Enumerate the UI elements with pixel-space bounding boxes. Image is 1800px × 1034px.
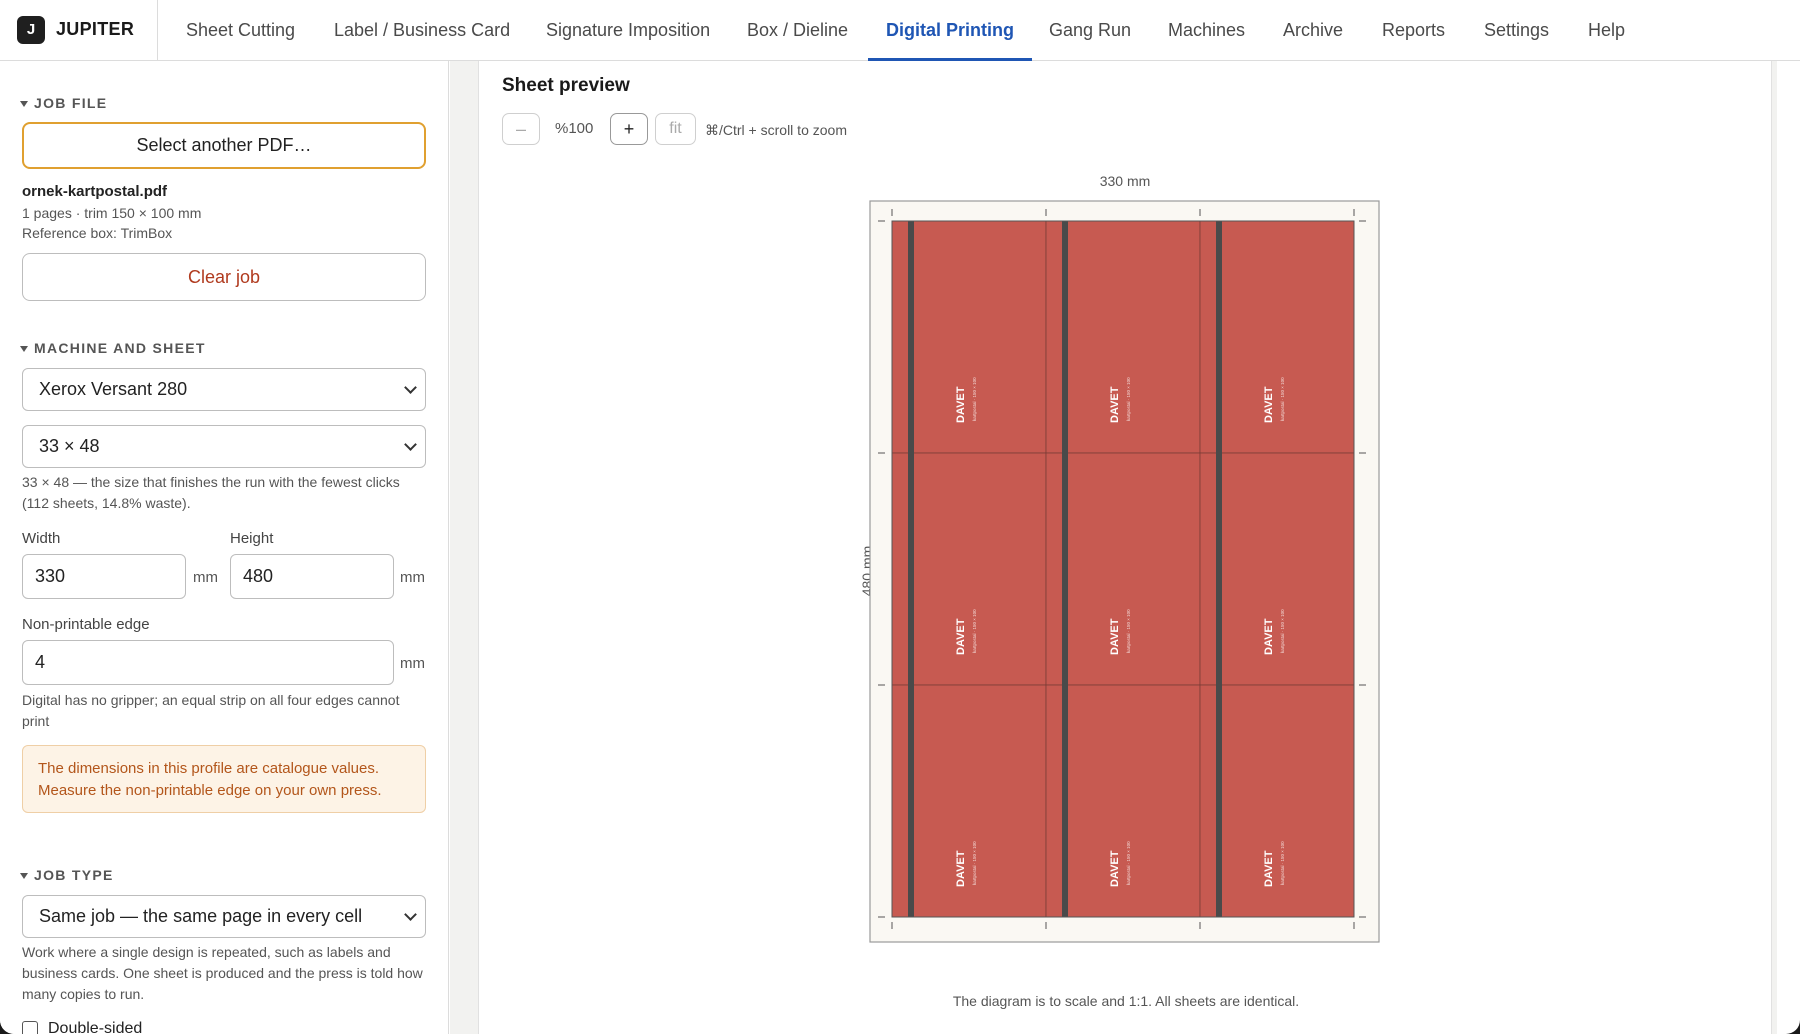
file-name: ornek-kartpostal.pdf: [22, 183, 168, 200]
imposition-cell: [1045, 684, 1201, 918]
imposition-cell: [1199, 452, 1355, 686]
width-label: Width: [22, 530, 61, 547]
sheet-size-note: 33 × 48 — the size that finishes the run…: [22, 474, 400, 511]
sheet-diagram[interactable]: 330 mm 480 mm DAVET kartpostal · 150 × 10…: [479, 61, 1773, 1034]
tab-reports[interactable]: Reports: [1382, 0, 1445, 61]
preview-area: Sheet preview – %100 + fit ⌘/Ctrl + scro…: [450, 61, 1777, 1034]
cell-title: DAVET: [955, 850, 967, 887]
tab-sheet-cutting[interactable]: Sheet Cutting: [186, 0, 295, 61]
cell-subtitle: kartpostal · 150 × 100: [1280, 841, 1285, 885]
job-type-section-header[interactable]: JOB TYPE: [20, 867, 114, 883]
cell-dark-bar: [1062, 221, 1068, 917]
cell-subtitle: kartpostal · 150 × 100: [1280, 609, 1285, 653]
cell-subtitle: kartpostal · 150 × 100: [1126, 377, 1131, 421]
cell-title: DAVET: [1263, 618, 1275, 655]
tab-gang-run[interactable]: Gang Run: [1049, 0, 1131, 61]
height-label: Height: [230, 530, 274, 547]
cell-title: DAVET: [955, 386, 967, 423]
imposition-cell: [891, 684, 1047, 918]
job-type-select[interactable]: Same job — the same page in every cell: [22, 895, 426, 938]
edge-note: Digital has no gripper; an equal strip o…: [22, 692, 400, 729]
cell-title: DAVET: [1109, 386, 1121, 423]
edge-input[interactable]: 4: [22, 640, 394, 685]
brand[interactable]: J JUPITER: [0, 0, 158, 60]
tab-help[interactable]: Help: [1588, 0, 1625, 61]
cell-title: DAVET: [1263, 850, 1275, 887]
chevron-down-icon: [404, 908, 417, 921]
reference-box: Reference box: TrimBox: [22, 225, 173, 241]
double-sided-label[interactable]: Double-sided: [48, 1020, 142, 1034]
tab-archive[interactable]: Archive: [1283, 0, 1343, 61]
sheet-width-label: 330 mm: [1100, 173, 1151, 189]
job-file-heading: JOB FILE: [34, 95, 108, 111]
brand-logo-icon: J: [17, 16, 45, 44]
brand-name: JUPITER: [56, 19, 135, 39]
settings-sidebar: JOB FILE Select another PDF… ornek-kartp…: [0, 61, 449, 1034]
width-unit: mm: [193, 569, 218, 586]
select-pdf-button[interactable]: Select another PDF…: [22, 122, 426, 169]
catalogue-warning: The dimensions in this profile are catal…: [22, 745, 426, 813]
top-navigation: J JUPITER Sheet Cutting Label / Business…: [0, 0, 1800, 61]
edge-unit: mm: [400, 655, 425, 672]
imposition-grid: DAVET kartpostal · 150 × 100 DAVET kartpost…: [878, 209, 1366, 929]
file-info: 1 pages · trim 150 × 100 mm: [22, 205, 202, 221]
imposition-cell: [1199, 684, 1355, 918]
cell-title: DAVET: [1263, 386, 1275, 423]
tab-signature-imposition[interactable]: Signature Imposition: [546, 0, 710, 61]
imposition-cell: [1045, 220, 1201, 454]
cell-title: DAVET: [1109, 618, 1121, 655]
edge-label: Non-printable edge: [22, 616, 150, 633]
machine-section-header[interactable]: MACHINE AND SHEET: [20, 340, 206, 356]
tab-box-dieline[interactable]: Box / Dieline: [747, 0, 848, 61]
collapse-caret-icon: [20, 346, 28, 352]
cell-subtitle: kartpostal · 150 × 100: [1126, 841, 1131, 885]
sheet-size-select[interactable]: 33 × 48: [22, 425, 426, 468]
machine-heading: MACHINE AND SHEET: [34, 340, 206, 356]
tab-machines[interactable]: Machines: [1168, 0, 1245, 61]
clear-job-button[interactable]: Clear job: [22, 253, 426, 301]
imposition-cell: [1045, 452, 1201, 686]
cell-subtitle: kartpostal · 150 × 100: [1280, 377, 1285, 421]
cell-dark-bar: [1216, 221, 1222, 917]
collapse-caret-icon: [20, 101, 28, 107]
chevron-down-icon: [404, 438, 417, 451]
imposition-cell: [1199, 220, 1355, 454]
tab-settings[interactable]: Settings: [1484, 0, 1549, 61]
cell-subtitle: kartpostal · 150 × 100: [972, 841, 977, 885]
machine-select-value: Xerox Versant 280: [39, 379, 188, 399]
cell-subtitle: kartpostal · 150 × 100: [972, 377, 977, 421]
width-input[interactable]: 330: [22, 554, 186, 599]
preview-panel: Sheet preview – %100 + fit ⌘/Ctrl + scro…: [478, 61, 1772, 1034]
diagram-caption: The diagram is to scale and 1:1. All she…: [952, 993, 1300, 1009]
cell-subtitle: kartpostal · 150 × 100: [972, 609, 977, 653]
height-input[interactable]: 480: [230, 554, 394, 599]
job-type-value: Same job — the same page in every cell: [39, 906, 363, 926]
collapse-caret-icon: [20, 873, 28, 879]
chevron-down-icon: [404, 381, 417, 394]
cell-title: DAVET: [955, 618, 967, 655]
job-type-heading: JOB TYPE: [34, 867, 114, 883]
imposition-cell: [891, 452, 1047, 686]
cell-subtitle: kartpostal · 150 × 100: [1126, 609, 1131, 653]
tab-digital-printing[interactable]: Digital Printing: [868, 0, 1032, 61]
height-unit: mm: [400, 569, 425, 586]
sheet-size-value: 33 × 48: [39, 436, 100, 456]
job-type-note: Work where a single design is repeated, …: [22, 944, 423, 1002]
double-sided-checkbox[interactable]: [22, 1021, 38, 1034]
job-file-section-header[interactable]: JOB FILE: [20, 95, 107, 111]
tab-label-business-card[interactable]: Label / Business Card: [334, 0, 510, 61]
app-window: J JUPITER Sheet Cutting Label / Business…: [0, 0, 1800, 1034]
imposition-cell: [891, 220, 1047, 454]
cell-dark-bar: [908, 221, 914, 917]
cell-title: DAVET: [1109, 850, 1121, 887]
machine-select[interactable]: Xerox Versant 280: [22, 368, 426, 411]
